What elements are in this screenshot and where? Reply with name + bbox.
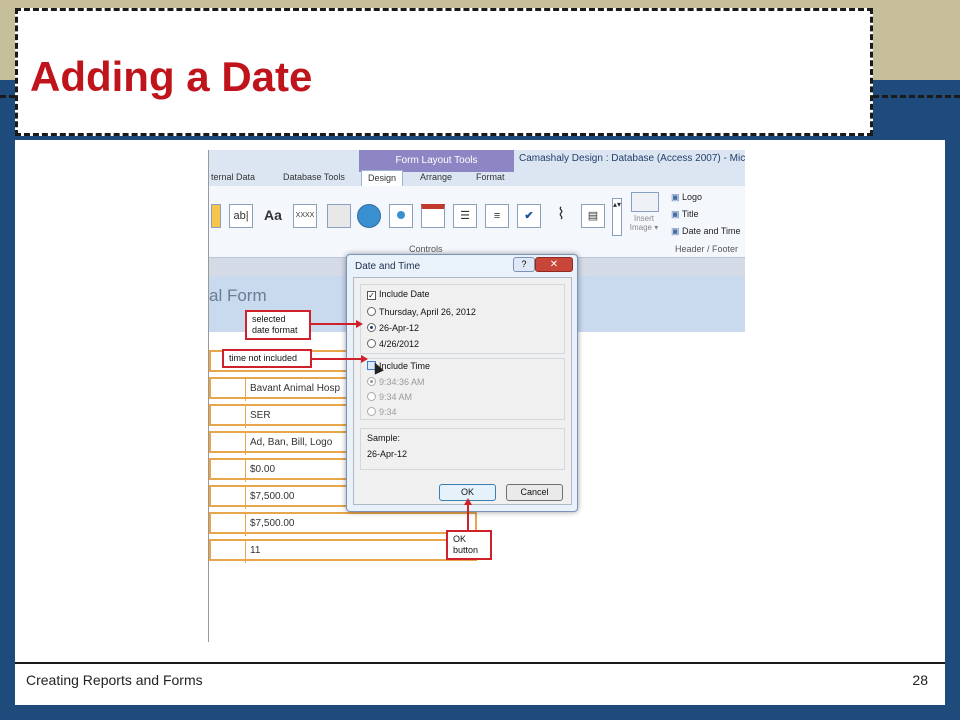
date-format-short-radio[interactable]: 4/26/2012 [367,339,419,349]
subform-icon[interactable]: ▤ [581,204,605,228]
combo-box-icon[interactable]: ☰ [453,204,477,228]
time-format-medium-label: 9:34 AM [379,392,413,402]
include-time-label: Include Time [379,361,431,371]
page-number: 28 [912,672,928,688]
tab-control-icon[interactable] [327,204,351,228]
radio-disabled-icon [367,377,376,386]
attachment-paperclip-icon[interactable]: ⌇ [549,204,573,228]
time-format-long-label: 9:34:36 AM [379,377,425,387]
check-box-icon[interactable]: ✔ [517,204,541,228]
time-group: Include Time 9:34:36 AM 9:34 AM 9:34 [360,358,565,420]
callout-arrow-line [467,504,469,530]
tab-database-tools[interactable]: Database Tools [283,172,345,186]
logo-button[interactable]: Logo [671,192,702,203]
navigation-control-icon[interactable] [421,204,445,228]
callout-selected-date-format: selected date format [245,310,311,340]
dialog-body: ✓ Include Date Thursday, April 26, 2012 2… [353,277,572,505]
insert-image-icon[interactable] [631,192,659,212]
radio-disabled-icon [367,407,376,416]
ribbon-body: ab| Aa XXXX ☰ ≡ ✔ ⌇ ▤ ▴▾ Insert Image ▾ … [209,186,745,258]
field-value-amount-2: $7,500.00 [245,487,295,509]
field-value-services: Ad, Ban, Bill, Logo [245,433,332,455]
date-format-medium-label: 26-Apr-12 [379,323,420,333]
include-date-label: Include Date [379,289,430,299]
insert-image-label[interactable]: Insert Image ▾ [625,214,663,232]
tab-format[interactable]: Format [476,172,505,186]
controls-group-label: Controls [409,244,443,254]
footer-rule [15,662,945,664]
date-format-long-radio[interactable]: Thursday, April 26, 2012 [367,307,476,317]
web-browser-icon[interactable] [389,204,413,228]
field-value-clinic: Bavant Animal Hosp [245,379,340,401]
tab-design[interactable]: Design [361,170,404,187]
dialog-title: Date and Time [355,261,421,272]
checkmark-icon: ✓ [367,291,376,300]
callout-time-not-included: time not included [222,349,312,368]
arrow-up-icon [464,498,472,505]
title-box: Adding a Date [15,8,873,136]
callout-arrow-line [311,323,357,325]
slide-title: Adding a Date [30,53,313,100]
divider-dash-right [873,95,960,98]
header-footer-group-label: Header / Footer [675,244,739,254]
callout-ok-button: OK button [446,530,492,560]
field-value-count: 11 [245,541,260,563]
date-and-time-dialog: Date and Time ? ✕ ✓ Include Date Thursday… [346,254,578,512]
sample-value: 26-Apr-12 [367,449,408,459]
callout-arrow-line [312,358,362,360]
date-format-medium-radio[interactable]: 26-Apr-12 [367,323,419,333]
contextual-tab-group: Form Layout Tools [359,150,514,172]
close-button[interactable]: ✕ [535,257,573,272]
time-format-medium-radio[interactable]: 9:34 AM [367,392,412,402]
date-and-time-button[interactable]: Date and Time [671,226,741,237]
form-field-row[interactable]: $7,500.00 [209,512,477,536]
form-field-row[interactable]: 11 [209,539,477,563]
sample-label: Sample: [367,433,401,443]
help-button[interactable]: ? [513,257,535,272]
radio-icon [367,307,376,316]
label-icon[interactable]: Aa [261,204,285,228]
select-tool-icon[interactable] [211,204,221,228]
button-control-icon[interactable]: XXXX [293,204,317,228]
field-value-code: SER [245,406,271,428]
time-format-short-radio[interactable]: 9:34 [367,407,397,417]
tab-arrange[interactable]: Arrange [420,172,452,186]
footer-caption: Creating Reports and Forms [26,672,203,688]
time-format-short-label: 9:34 [379,407,397,417]
cancel-button[interactable]: Cancel [506,484,563,501]
tab-external-data[interactable]: ternal Data [211,172,255,186]
text-box-icon[interactable]: ab| [229,204,253,228]
date-format-long-label: Thursday, April 26, 2012 [379,307,476,317]
radio-icon [367,339,376,348]
field-value-amount-3: $7,500.00 [245,514,295,536]
title-button[interactable]: Title [671,209,699,220]
arrow-right-icon [361,355,368,363]
app-title: Camashaly Design : Database (Access 2007… [519,153,745,164]
include-date-checkbox[interactable]: ✓ Include Date [367,289,430,300]
date-group: ✓ Include Date Thursday, April 26, 2012 2… [360,284,565,354]
arrow-right-icon [356,320,363,328]
radio-selected-icon [367,323,376,332]
hyperlink-globe-icon[interactable] [357,204,381,228]
sample-group: Sample: 26-Apr-12 [360,428,565,470]
radio-disabled-icon [367,392,376,401]
list-box-icon[interactable]: ≡ [485,204,509,228]
more-controls-scroll-icon[interactable]: ▴▾ [612,198,622,236]
form-title: al Form [209,286,267,305]
divider-dash-left [0,95,15,98]
date-format-short-label: 4/26/2012 [379,339,420,349]
time-format-long-radio[interactable]: 9:34:36 AM [367,377,425,387]
field-value-amount-1: $0.00 [245,460,275,482]
